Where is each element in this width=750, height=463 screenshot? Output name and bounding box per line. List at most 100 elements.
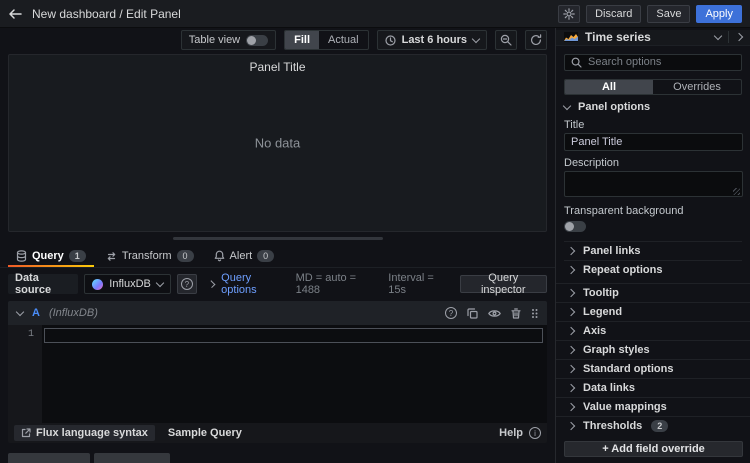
panel-options-header[interactable]: Panel options <box>564 101 742 113</box>
add-field-override-button[interactable]: + Add field override <box>564 441 743 457</box>
settings-button[interactable] <box>558 5 580 23</box>
chevron-right-icon <box>567 384 575 392</box>
section-tooltip[interactable]: Tooltip <box>556 283 750 302</box>
query-inspector-button[interactable]: Query inspector <box>460 275 547 293</box>
section-value-mappings[interactable]: Value mappings <box>556 397 750 416</box>
sample-query-button[interactable]: Sample Query <box>161 425 249 441</box>
actual-button[interactable]: Actual <box>319 31 368 49</box>
chevron-down-icon[interactable] <box>714 32 722 40</box>
gear-icon <box>563 8 575 20</box>
content: Table view Fill Actual Last 6 hours <box>0 28 750 463</box>
code-editor[interactable]: 1 <box>8 325 547 423</box>
section-thresholds[interactable]: Thresholds 2 <box>556 416 750 435</box>
add-query-button[interactable] <box>8 453 90 463</box>
query-editor-footer: Flux language syntax Sample Query Help i <box>8 423 547 443</box>
panel-title-input[interactable] <box>564 133 743 151</box>
table-view-label: Table view <box>189 34 240 46</box>
chevron-down-icon <box>472 34 480 42</box>
refresh-icon <box>530 34 542 46</box>
query-row-header[interactable]: A (InfluxDB) ? <box>8 301 547 325</box>
filter-tab-overrides[interactable]: Overrides <box>653 80 741 94</box>
section-label: Data links <box>583 382 635 394</box>
refresh-button[interactable] <box>525 30 547 50</box>
datasource-select[interactable]: InfluxDB <box>84 274 171 294</box>
time-range-picker[interactable]: Last 6 hours <box>377 30 487 50</box>
eye-icon[interactable] <box>488 309 501 318</box>
help-icon[interactable]: ? <box>445 307 457 319</box>
tab-query[interactable]: Query 1 <box>8 246 94 268</box>
search-input[interactable] <box>588 56 735 68</box>
repeat-options-section[interactable]: Repeat options <box>564 260 742 279</box>
panel-links-section[interactable]: Panel links <box>564 241 742 260</box>
transform-icon <box>106 251 117 262</box>
section-data-links[interactable]: Data links <box>556 378 750 397</box>
filter-tab-all[interactable]: All <box>565 80 653 94</box>
help-circle-icon: ? <box>181 278 193 290</box>
panel-preview[interactable]: Panel Title No data <box>8 54 547 232</box>
tab-transform[interactable]: Transform 0 <box>98 246 202 268</box>
tab-label: Transform <box>122 250 172 262</box>
discard-button[interactable]: Discard <box>586 5 641 23</box>
search-icon <box>571 57 582 68</box>
table-view-toggle[interactable] <box>246 35 268 46</box>
query-ref-id: A <box>32 307 40 319</box>
zoom-out-button[interactable] <box>495 30 517 50</box>
datasource-help-button[interactable]: ? <box>177 274 197 294</box>
fill-button[interactable]: Fill <box>285 31 319 49</box>
angle-right-icon[interactable] <box>735 33 743 41</box>
page-title: New dashboard / Edit Panel <box>32 7 181 21</box>
tab-label: Alert <box>230 250 253 262</box>
resize-corner-icon[interactable] <box>733 188 740 195</box>
divider <box>728 31 729 43</box>
section-label: Legend <box>583 306 622 318</box>
transparent-bg-toggle[interactable] <box>564 221 586 232</box>
add-expression-button[interactable] <box>94 453 170 463</box>
clock-icon <box>385 35 396 46</box>
description-textarea[interactable] <box>564 171 743 197</box>
code-input-line[interactable] <box>44 328 543 343</box>
trash-icon[interactable] <box>511 308 521 319</box>
options-search[interactable] <box>564 54 742 72</box>
table-view-control: Table view <box>181 30 276 50</box>
tab-alert[interactable]: Alert 0 <box>206 246 283 268</box>
datasource-value: InfluxDB <box>109 278 151 290</box>
query-footer-buttons <box>8 453 547 463</box>
drag-handle-icon[interactable] <box>531 308 538 319</box>
resize-handle[interactable] <box>173 237 383 240</box>
transparent-bg-label: Transparent background <box>564 205 742 217</box>
apply-button[interactable]: Apply <box>696 5 742 23</box>
description-wrap <box>564 171 742 197</box>
external-link-icon <box>21 428 31 438</box>
section-legend[interactable]: Legend <box>556 302 750 321</box>
collapse-chevron-icon[interactable] <box>16 308 24 316</box>
navbar-actions: Discard Save Apply <box>558 5 742 23</box>
flux-syntax-link[interactable]: Flux language syntax <box>14 425 155 441</box>
duplicate-icon[interactable] <box>467 308 478 319</box>
visualization-picker[interactable]: Time series <box>556 30 750 46</box>
datasource-row: Data source InfluxDB ? Query options MD … <box>0 271 555 297</box>
max-data-points-meta: MD = auto = 1488 <box>296 272 375 296</box>
section-axis[interactable]: Axis <box>556 321 750 340</box>
datasource-label: Data source <box>8 274 78 294</box>
code-area[interactable] <box>42 325 547 423</box>
back-arrow-icon[interactable] <box>8 8 22 20</box>
chevron-right-icon <box>567 403 575 411</box>
title-field-label: Title <box>564 119 742 131</box>
query-options-toggle[interactable]: Query options <box>209 272 282 296</box>
chevron-right-icon <box>567 365 575 373</box>
chevron-right-icon <box>567 327 575 335</box>
chevron-right-icon <box>567 422 575 430</box>
info-circle-icon: i <box>529 427 541 439</box>
section-graph-styles[interactable]: Graph styles <box>556 340 750 359</box>
time-range-label: Last 6 hours <box>402 34 467 46</box>
editor-help[interactable]: Help i <box>499 427 541 439</box>
save-button[interactable]: Save <box>647 5 690 23</box>
section-label: Thresholds <box>583 420 642 432</box>
size-mode-group: Fill Actual <box>284 30 368 50</box>
section-label: Graph styles <box>583 344 650 356</box>
option-sections: Tooltip Legend Axis Graph styles Standar… <box>556 283 750 435</box>
thresholds-count-badge: 2 <box>651 420 668 432</box>
section-standard-options[interactable]: Standard options <box>556 359 750 378</box>
line-number-gutter: 1 <box>8 325 42 423</box>
line-number: 1 <box>28 329 34 340</box>
